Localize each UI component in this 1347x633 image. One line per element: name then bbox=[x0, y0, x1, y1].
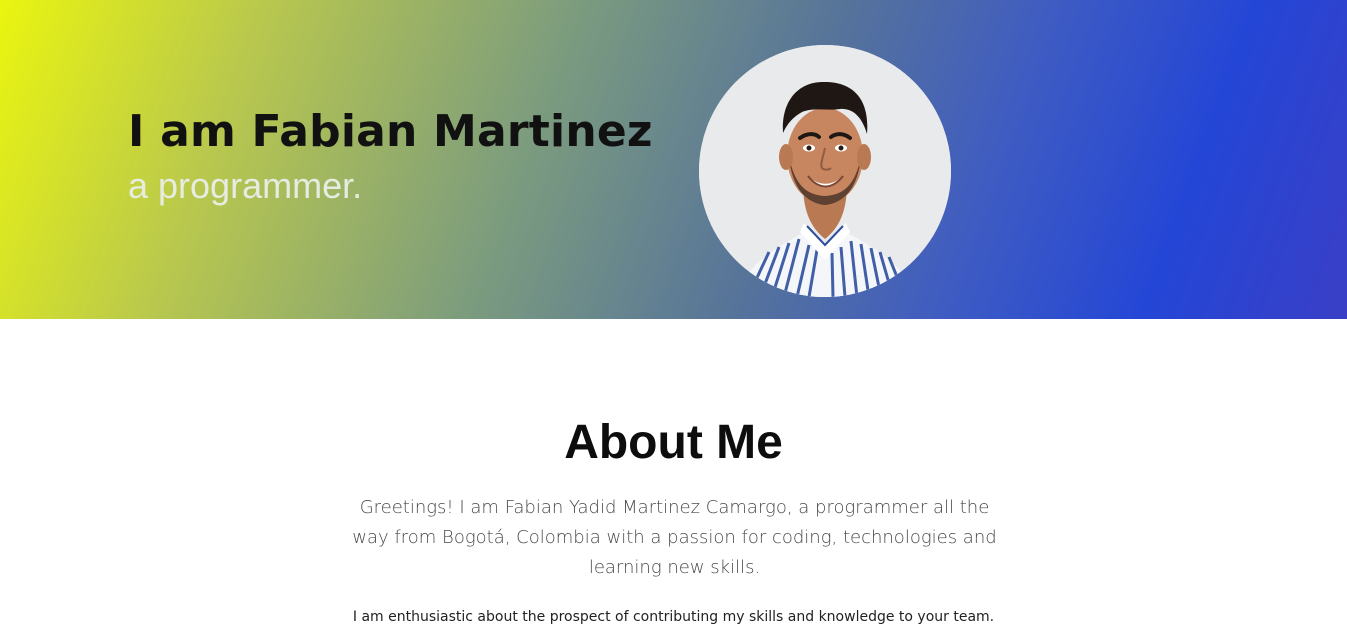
hero-name-heading: I am Fabian Martinez bbox=[128, 106, 653, 157]
about-note: I am enthusiastic about the prospect of … bbox=[352, 609, 995, 625]
about-section: About Me Greetings! I am Fabian Yadid Ma… bbox=[0, 319, 1347, 633]
hero-banner: I am Fabian Martinez a programmer. bbox=[0, 0, 1347, 319]
profile-photo bbox=[699, 45, 951, 297]
about-title: About Me bbox=[564, 416, 783, 469]
hero-role-text: a programmer. bbox=[128, 165, 363, 206]
profile-avatar bbox=[699, 45, 951, 297]
about-paragraph: Greetings! I am Fabian Yadid Martinez Ca… bbox=[352, 497, 997, 578]
hero-text-block: I am Fabian Martinez a programmer. bbox=[128, 104, 688, 206]
